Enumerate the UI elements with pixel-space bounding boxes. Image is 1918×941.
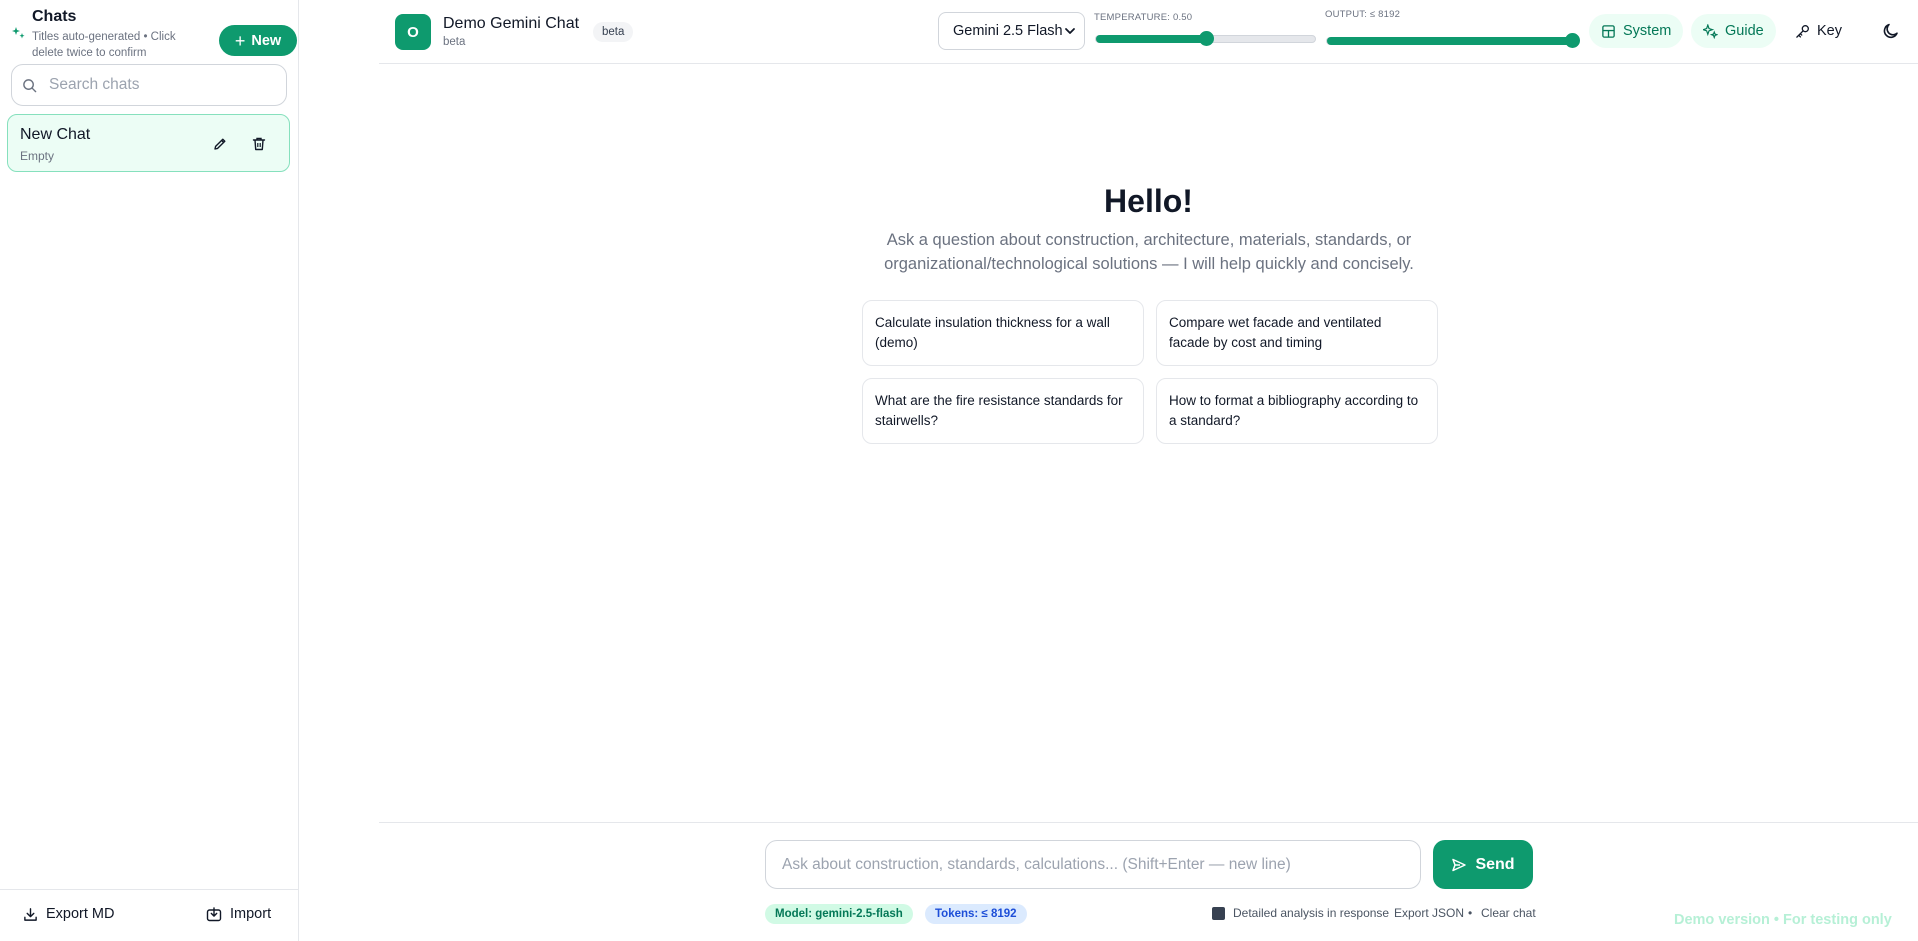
suggestion-card[interactable]: Compare wet facade and ventilated facade…	[1156, 300, 1438, 366]
chat-list-item[interactable]: New Chat Empty	[7, 114, 290, 172]
export-md-button[interactable]: Export MD	[23, 906, 115, 922]
clear-chat-link[interactable]: Clear chat	[1481, 906, 1536, 920]
message-box	[765, 840, 1421, 889]
new-chat-button[interactable]: + New	[219, 25, 297, 56]
temperature-thumb[interactable]	[1198, 31, 1214, 46]
system-label: System	[1623, 23, 1672, 39]
guide-label: Guide	[1725, 23, 1764, 39]
layout-icon	[1602, 24, 1615, 38]
sparkles-icon	[12, 27, 25, 39]
search-input[interactable]	[49, 76, 269, 94]
model-pill: Model: gemini-2.5-flash	[765, 904, 913, 924]
import-label: Import	[230, 906, 272, 922]
sidebar-footer: Export MD Import	[0, 889, 299, 941]
sidebar-subtitle: Titles auto-generated • Click delete twi…	[32, 31, 176, 59]
output-fill	[1327, 37, 1572, 45]
new-chat-label: New	[251, 32, 282, 49]
edit-icon[interactable]	[209, 133, 231, 155]
plus-icon: +	[234, 30, 246, 51]
chat-meta: Empty	[20, 149, 55, 163]
beta-badge: beta	[593, 22, 634, 42]
export-md-label: Export MD	[46, 906, 115, 922]
theme-toggle[interactable]	[1870, 14, 1912, 48]
search-icon	[23, 78, 37, 92]
chevron-down-icon	[1065, 28, 1075, 34]
detailed-analysis-label: Detailed analysis in response	[1233, 906, 1390, 920]
app-subtitle: beta	[443, 36, 466, 48]
temperature-slider[interactable]	[1095, 31, 1316, 46]
sidebar-title: Chats	[32, 8, 77, 25]
suggestion-card[interactable]: How to format a bibliography according t…	[1156, 378, 1438, 444]
import-button[interactable]: Import	[206, 906, 271, 922]
download-icon	[24, 907, 37, 921]
trash-icon[interactable]	[248, 133, 270, 155]
export-json-link[interactable]: Export JSON	[1394, 906, 1464, 920]
suggestion-card[interactable]: What are the fire resistance standards f…	[862, 378, 1144, 444]
greeting: Hello!	[1104, 183, 1193, 219]
tokens-pill: Tokens: ≤ 8192	[925, 904, 1027, 924]
model-select[interactable]: Gemini 2.5 Flash	[938, 12, 1085, 50]
send-label: Send	[1475, 855, 1515, 873]
suggestion-card[interactable]: Calculate insulation thickness for a wal…	[862, 300, 1144, 366]
intro-text: Ask a question about construction, archi…	[884, 231, 1414, 273]
model-selected: Gemini 2.5 Flash	[953, 23, 1063, 39]
sidebar: Chats Titles auto-generated • Click dele…	[0, 0, 299, 941]
top-bar: O Demo Gemini Chat beta beta Gemini 2.5 …	[379, 0, 1918, 64]
separator-dot: •	[1468, 906, 1473, 920]
key-icon	[1796, 24, 1809, 38]
send-button[interactable]: Send	[1433, 840, 1533, 889]
output-label: OUTPUT: ≤ 8192	[1325, 9, 1401, 20]
detailed-analysis-checkbox[interactable]	[1212, 906, 1225, 920]
moon-icon	[1883, 23, 1898, 39]
send-icon	[1452, 858, 1467, 871]
sidebar-header: Chats Titles auto-generated • Click dele…	[10, 8, 297, 60]
temperature-label: TEMPERATURE: 0.50	[1094, 12, 1193, 23]
key-button[interactable]: Key	[1783, 14, 1854, 48]
app-title: Demo Gemini Chat	[443, 15, 580, 32]
system-button[interactable]: System	[1589, 14, 1684, 48]
temperature-fill	[1096, 35, 1206, 43]
output-thumb[interactable]	[1565, 33, 1580, 48]
demo-watermark: Demo version • For testing only	[1674, 912, 1892, 928]
guide-button[interactable]: Guide	[1691, 14, 1776, 48]
sparkles-icon	[1703, 23, 1718, 39]
detailed-analysis-toggle[interactable]: Detailed analysis in response	[1212, 906, 1389, 920]
output-slider[interactable]	[1326, 33, 1580, 48]
message-input[interactable]	[782, 855, 1402, 874]
key-label: Key	[1817, 23, 1842, 39]
search-chats	[11, 64, 287, 106]
app-avatar: O	[395, 14, 431, 50]
chat-name: New Chat	[20, 126, 91, 143]
import-icon	[206, 906, 222, 921]
